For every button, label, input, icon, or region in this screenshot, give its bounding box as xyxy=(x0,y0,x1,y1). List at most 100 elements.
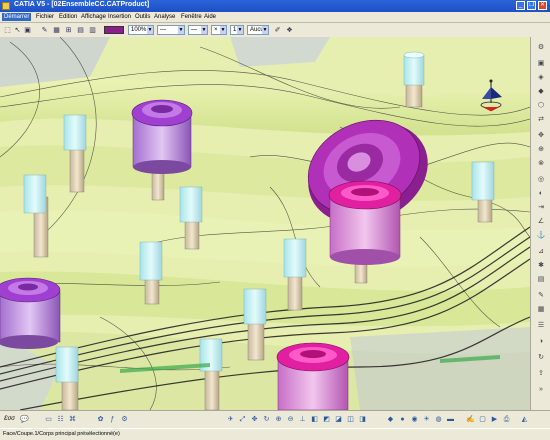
color-icon[interactable]: ● xyxy=(398,415,407,424)
pin xyxy=(403,51,425,108)
menu-item-demarrer[interactable]: Démarrer xyxy=(2,13,32,21)
zoom-in-icon[interactable]: ⊕ xyxy=(274,415,283,424)
formula-icon[interactable]: ƒ xyxy=(108,415,117,424)
pin xyxy=(151,171,165,201)
maximize-button[interactable]: ❐ xyxy=(527,1,536,10)
product-icon[interactable]: ▣ xyxy=(536,59,546,68)
more-tools-icon[interactable]: » xyxy=(536,385,546,394)
painter-icon[interactable]: ✐ xyxy=(273,26,282,35)
print-icon[interactable]: ⎙ xyxy=(502,415,511,424)
catalog-icon[interactable]: ☰ xyxy=(536,321,546,330)
sketcher-icon[interactable]: ✍ xyxy=(466,415,475,424)
pointer-icon[interactable]: ↖ xyxy=(13,26,22,35)
shading-icon[interactable]: ◩ xyxy=(322,415,331,424)
visualization-icon[interactable]: ◉ xyxy=(410,415,419,424)
layer-icon[interactable]: ▥ xyxy=(88,26,97,35)
snap-part-icon[interactable]: ⊕ xyxy=(536,145,546,154)
menu-item-fichier[interactable]: Fichier xyxy=(36,13,54,21)
menu-item-edition[interactable]: Edition xyxy=(59,13,77,21)
render-style-icon[interactable]: ◨ xyxy=(358,415,367,424)
catia-logo-icon: ◭ xyxy=(521,416,528,423)
tree-icon[interactable]: ☷ xyxy=(56,415,65,424)
menu-item-aide[interactable]: Aide xyxy=(204,13,216,21)
fit-all-icon[interactable]: ⤢ xyxy=(238,415,247,424)
replace-icon[interactable]: ⇄ xyxy=(536,115,546,124)
publish-icon[interactable]: ⇪ xyxy=(536,369,546,378)
fly-mode-icon[interactable]: ✈ xyxy=(226,415,235,424)
thickness-combo[interactable]: — ▼ xyxy=(188,25,208,35)
rotate-icon[interactable]: ↻ xyxy=(262,415,271,424)
clash-icon[interactable]: ✱ xyxy=(536,261,546,270)
rules-icon[interactable]: ⚙ xyxy=(120,415,129,424)
move-icon[interactable]: ✥ xyxy=(536,131,546,140)
speech-icon[interactable]: 💬 xyxy=(20,415,29,424)
minimize-button[interactable]: _ xyxy=(516,1,525,10)
apply-material-icon[interactable]: ◆ xyxy=(386,415,395,424)
clamp-part-magenta-bottom xyxy=(276,342,350,410)
menu-item-outils[interactable]: Outils xyxy=(135,13,150,21)
capture-icon[interactable]: ▢ xyxy=(478,415,487,424)
depth-effect-icon[interactable]: ◍ xyxy=(434,415,443,424)
clamp-part-pink xyxy=(328,180,402,265)
menu-item-analyse[interactable]: Analyse xyxy=(154,13,175,21)
right-toolbar: ⚙ ▣ ◈ ◆ ⬡ ⇄ ✥ ⊕ ⊗ ◎ ◐ ⇥ ∠ ⚓ ⊿ ✱ ▤ ✎ ▦ ☰ … xyxy=(530,37,550,410)
macro-icon[interactable]: ⌘ xyxy=(68,415,77,424)
fix-icon[interactable]: ⚓ xyxy=(536,231,546,240)
grid-icon[interactable]: ▤ xyxy=(76,26,85,35)
linetype-combo[interactable]: — ▼ xyxy=(157,25,185,35)
hide-show-icon[interactable]: ◪ xyxy=(334,415,343,424)
chevron-down-icon: ▼ xyxy=(147,26,153,34)
video-icon[interactable]: ▶ xyxy=(490,415,499,424)
constraint-angle-icon[interactable]: ∠ xyxy=(536,217,546,226)
ground-icon[interactable]: ▬ xyxy=(446,415,455,424)
normal-view-icon[interactable]: ⊥ xyxy=(298,415,307,424)
compass-icon[interactable] xyxy=(478,77,504,113)
knowledge-icon[interactable]: ✿ xyxy=(96,415,105,424)
constraint-contact-icon[interactable]: ◐ xyxy=(536,189,546,198)
analysis-icon[interactable]: ◑ xyxy=(536,337,546,346)
snap-icon[interactable]: ⊞ xyxy=(64,26,73,35)
point-symbol-sample: × xyxy=(214,27,218,33)
brush-icon[interactable]: ✎ xyxy=(40,26,49,35)
fill-icon[interactable]: ▣ xyxy=(23,26,32,35)
menu-item-insertion[interactable]: Insertion xyxy=(108,13,131,21)
graphic-properties-toolbar: ⬚ ↖ ▣ ✎ ▦ ⊞ ▤ ▥ 100% ▼ — ▼ — ▼ × ▼ 1 ▼ A… xyxy=(0,23,550,38)
line-weight-value: 1 xyxy=(233,27,237,33)
point-symbol-combo[interactable]: × ▼ xyxy=(211,25,227,35)
measure-icon[interactable]: ⊿ xyxy=(536,247,546,256)
assembly-icon[interactable]: ⚙ xyxy=(536,43,546,52)
layer-combo[interactable]: Aucun ▼ xyxy=(247,25,269,35)
viewport-canvas xyxy=(0,37,530,410)
annotation-icon[interactable]: ✎ xyxy=(536,291,546,300)
monitor-icon[interactable]: ▭ xyxy=(44,415,53,424)
properties-icon[interactable]: ❖ xyxy=(285,26,294,35)
component-icon[interactable]: ◈ xyxy=(536,73,546,82)
explode-icon[interactable]: ⊗ xyxy=(536,159,546,168)
zoom-out-icon[interactable]: ⊖ xyxy=(286,415,295,424)
lighting-icon[interactable]: ☀ xyxy=(422,415,431,424)
linetype-sample: — xyxy=(160,27,166,33)
catia-app-icon[interactable] xyxy=(2,2,10,10)
close-button[interactable]: ✕ xyxy=(538,1,547,10)
title-bar: CATIA V5 - [02EnsembleCC.CATProduct] _ ❐… xyxy=(0,0,550,12)
constraint-coincidence-icon[interactable]: ◎ xyxy=(536,175,546,184)
status-bar: Face/Coupe.1/Corps principal présélectio… xyxy=(0,428,550,440)
section-icon[interactable]: ▤ xyxy=(536,275,546,284)
existing-component-icon[interactable]: ⬡ xyxy=(536,101,546,110)
constraint-offset-icon[interactable]: ⇥ xyxy=(536,203,546,212)
scene-icon[interactable]: ▦ xyxy=(536,305,546,314)
pan-icon[interactable]: ✥ xyxy=(250,415,259,424)
part-icon[interactable]: ◆ xyxy=(536,87,546,96)
clamp-part-purple xyxy=(131,99,193,174)
style-icon[interactable]: ▦ xyxy=(52,26,61,35)
transparency-combo[interactable]: 100% ▼ xyxy=(128,25,154,35)
color-swatch[interactable] xyxy=(104,26,124,34)
menu-item-affichage[interactable]: Affichage xyxy=(81,13,106,21)
iso-view-icon[interactable]: ◧ xyxy=(310,415,319,424)
select-icon[interactable]: ⬚ xyxy=(3,26,12,35)
line-weight-combo[interactable]: 1 ▼ xyxy=(230,25,244,35)
update-icon[interactable]: ↻ xyxy=(536,353,546,362)
menu-item-fenetre[interactable]: Fenêtre xyxy=(181,13,202,21)
swap-visible-icon[interactable]: ◫ xyxy=(346,415,355,424)
3d-viewport[interactable] xyxy=(0,37,530,410)
